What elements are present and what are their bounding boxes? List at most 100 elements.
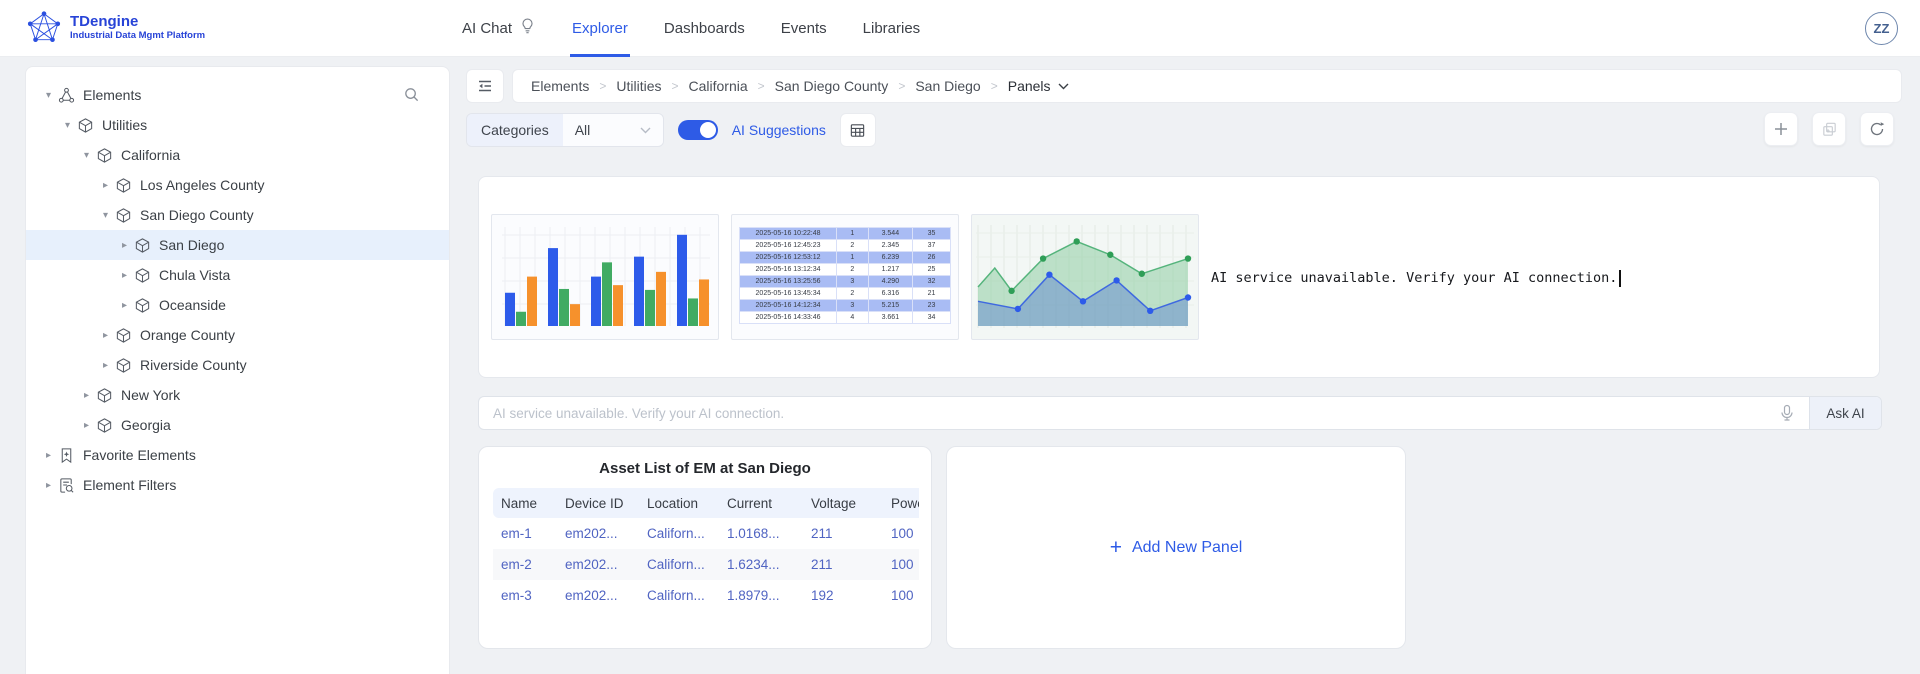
nav-explorer[interactable]: Explorer: [572, 0, 628, 57]
tree-item-elements[interactable]: ▾Elements: [26, 80, 449, 110]
caret-collapsed-icon[interactable]: ▸: [79, 420, 94, 431]
tree-search-button[interactable]: [403, 86, 421, 104]
asset-cell[interactable]: 100: [883, 518, 919, 549]
tree-item-label: Oceanside: [159, 297, 226, 313]
asset-cell[interactable]: em-2: [493, 549, 557, 580]
breadcrumb-separator: >: [898, 79, 905, 93]
table-thumbnail: 2025-05-16 10:22:4813.544352025-05-16 12…: [732, 227, 958, 324]
asset-row-em-2[interactable]: em-2em202...Californ...1.6234...211100: [493, 549, 919, 580]
sidebar-collapse-button[interactable]: [466, 69, 504, 103]
thumbnail-table-row: 2025-05-16 14:12:3435.21523: [740, 300, 951, 312]
suggestion-bar-chart[interactable]: [491, 214, 719, 340]
user-avatar[interactable]: ZZ: [1865, 12, 1898, 45]
refresh-button[interactable]: [1860, 112, 1894, 146]
suggestion-table[interactable]: 2025-05-16 10:22:4813.544352025-05-16 12…: [731, 214, 959, 340]
asset-cell[interactable]: 211: [803, 518, 883, 549]
asset-column-header: Voltage: [803, 488, 883, 518]
caret-expanded-icon[interactable]: ▾: [60, 120, 75, 131]
ask-ai-input[interactable]: [478, 396, 1882, 430]
caret-collapsed-icon[interactable]: ▸: [117, 270, 132, 281]
tree-item-chula-vista[interactable]: ▸Chula Vista: [26, 260, 449, 290]
chevron-down-icon: [1058, 83, 1069, 90]
thumbnail-table-row: 2025-05-16 12:45:2322.34537: [740, 240, 951, 252]
ask-ai-button[interactable]: Ask AI: [1809, 397, 1881, 429]
asset-cell[interactable]: 100: [883, 549, 919, 580]
nav-ai-chat[interactable]: AI Chat: [462, 0, 536, 57]
asset-cell[interactable]: em-1: [493, 518, 557, 549]
cluster-icon: [58, 87, 75, 104]
categories-label: Categories: [467, 114, 563, 146]
nav-dashboards[interactable]: Dashboards: [664, 0, 745, 57]
breadcrumb-item[interactable]: San Diego: [915, 78, 980, 94]
breadcrumb-current[interactable]: Panels: [1008, 78, 1069, 94]
caret-collapsed-icon[interactable]: ▸: [98, 330, 113, 341]
plus-icon: +: [1110, 538, 1122, 558]
tree-item-utilities[interactable]: ▾Utilities: [26, 110, 449, 140]
asset-column-header: Name: [493, 488, 557, 518]
tree-item-new-york[interactable]: ▸New York: [26, 380, 449, 410]
asset-cell[interactable]: 1.0168...: [719, 518, 803, 549]
asset-cell[interactable]: 100: [883, 580, 919, 611]
caret-collapsed-icon[interactable]: ▸: [41, 480, 56, 491]
ask-ai-bar: Ask AI: [478, 396, 1882, 430]
asset-cell[interactable]: Californ...: [639, 580, 719, 611]
duplicate-button[interactable]: [1812, 112, 1846, 146]
app-root: TDengine Industrial Data Mgmt Platform A…: [0, 0, 1920, 674]
asset-cell[interactable]: em202...: [557, 549, 639, 580]
caret-expanded-icon[interactable]: ▾: [41, 90, 56, 101]
asset-cell[interactable]: 1.6234...: [719, 549, 803, 580]
tree-item-san-diego[interactable]: ▸San Diego: [26, 230, 449, 260]
asset-column-header: Location: [639, 488, 719, 518]
cube-icon: [115, 357, 132, 374]
asset-list-panel: Asset List of EM at San Diego NameDevice…: [478, 446, 932, 649]
breadcrumb-item[interactable]: California: [689, 78, 748, 94]
caret-collapsed-icon[interactable]: ▸: [117, 240, 132, 251]
asset-cell[interactable]: 192: [803, 580, 883, 611]
brand-logo[interactable]: TDengine Industrial Data Mgmt Platform: [26, 9, 205, 45]
asset-cell[interactable]: 211: [803, 549, 883, 580]
caret-collapsed-icon[interactable]: ▸: [117, 300, 132, 311]
breadcrumb: Elements>Utilities>California>San Diego …: [512, 69, 1902, 103]
asset-cell[interactable]: em-3: [493, 580, 557, 611]
asset-cell[interactable]: em202...: [557, 580, 639, 611]
add-new-panel-card[interactable]: + Add New Panel: [946, 446, 1406, 649]
tree-item-orange-county[interactable]: ▸Orange County: [26, 320, 449, 350]
tree-item-georgia[interactable]: ▸Georgia: [26, 410, 449, 440]
ai-status-message: AI service unavailable. Verify your AI c…: [1211, 177, 1621, 379]
asset-cell[interactable]: 1.8979...: [719, 580, 803, 611]
tree-item-oceanside[interactable]: ▸ Oceanside: [26, 290, 449, 320]
top-header: TDengine Industrial Data Mgmt Platform A…: [0, 0, 1920, 57]
asset-row-em-1[interactable]: em-1em202...Californ...1.0168...211100: [493, 518, 919, 549]
breadcrumb-item[interactable]: Utilities: [616, 78, 661, 94]
asset-cell[interactable]: Californ...: [639, 518, 719, 549]
tree-item-california[interactable]: ▾California: [26, 140, 449, 170]
caret-collapsed-icon[interactable]: ▸: [98, 180, 113, 191]
tree-item-san-diego-county[interactable]: ▾San Diego County: [26, 200, 449, 230]
categories-select[interactable]: Categories All: [466, 113, 664, 147]
caret-expanded-icon[interactable]: ▾: [79, 150, 94, 161]
suggestion-area-chart[interactable]: [971, 214, 1199, 340]
categories-value: All: [575, 122, 591, 138]
nav-events[interactable]: Events: [781, 0, 827, 57]
caret-expanded-icon[interactable]: ▾: [98, 210, 113, 221]
asset-cell[interactable]: em202...: [557, 518, 639, 549]
asset-cell[interactable]: Californ...: [639, 549, 719, 580]
nav-libraries[interactable]: Libraries: [863, 0, 921, 57]
element-tree: ▾Elements▾Utilities▾California▸Los Angel…: [26, 80, 449, 500]
asset-row-em-3[interactable]: em-3em202...Californ...1.8979...192100: [493, 580, 919, 611]
search-icon: [403, 86, 420, 103]
tree-item-favorite-elements[interactable]: ▸Favorite Elements: [26, 440, 449, 470]
microphone-icon[interactable]: [1778, 404, 1796, 422]
cube-icon: [115, 327, 132, 344]
breadcrumb-item[interactable]: Elements: [531, 78, 589, 94]
tree-item-los-angeles-county[interactable]: ▸Los Angeles County: [26, 170, 449, 200]
add-button[interactable]: [1764, 112, 1798, 146]
caret-collapsed-icon[interactable]: ▸: [98, 360, 113, 371]
breadcrumb-item[interactable]: San Diego County: [775, 78, 889, 94]
ai-suggestions-toggle[interactable]: [678, 120, 718, 140]
caret-collapsed-icon[interactable]: ▸: [79, 390, 94, 401]
tree-item-element-filters[interactable]: ▸Element Filters: [26, 470, 449, 500]
table-view-button[interactable]: [840, 113, 876, 147]
tree-item-riverside-county[interactable]: ▸Riverside County: [26, 350, 449, 380]
caret-collapsed-icon[interactable]: ▸: [41, 450, 56, 461]
